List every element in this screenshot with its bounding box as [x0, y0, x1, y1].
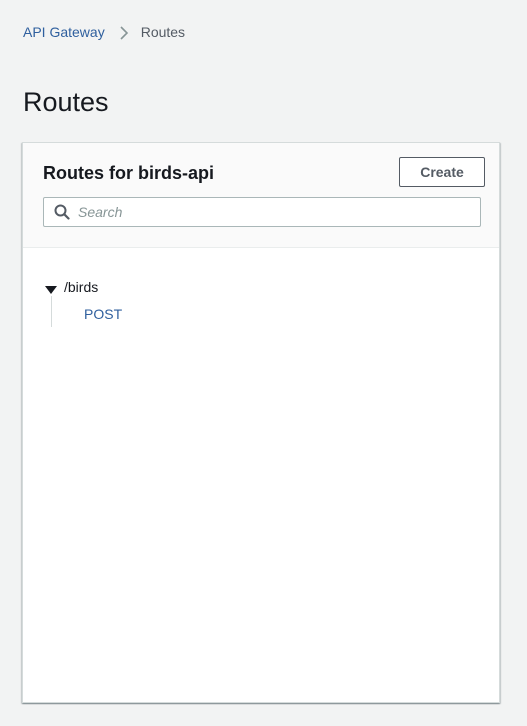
panel-header: Routes for birds-api Create [23, 143, 499, 248]
routes-panel: Routes for birds-api Create /birds POST [22, 142, 500, 703]
tree-children: POST [51, 296, 122, 327]
create-button[interactable]: Create [399, 157, 485, 187]
search-box[interactable] [43, 197, 481, 227]
chevron-right-icon [117, 25, 131, 40]
breadcrumb-api-gateway-link[interactable]: API Gateway [23, 22, 105, 42]
tree-node-label: /birds [64, 279, 99, 295]
tree-node-birds[interactable]: /birds [45, 277, 98, 297]
breadcrumb-current: Routes [140, 24, 186, 40]
route-method-post[interactable]: POST [84, 304, 122, 324]
search-icon [54, 204, 70, 220]
panel-title: Routes for birds-api [43, 163, 215, 183]
caret-down-icon[interactable] [45, 282, 57, 294]
page-title: Routes [23, 87, 109, 117]
breadcrumb: API Gateway Routes [23, 22, 185, 42]
search-input[interactable] [78, 199, 458, 225]
